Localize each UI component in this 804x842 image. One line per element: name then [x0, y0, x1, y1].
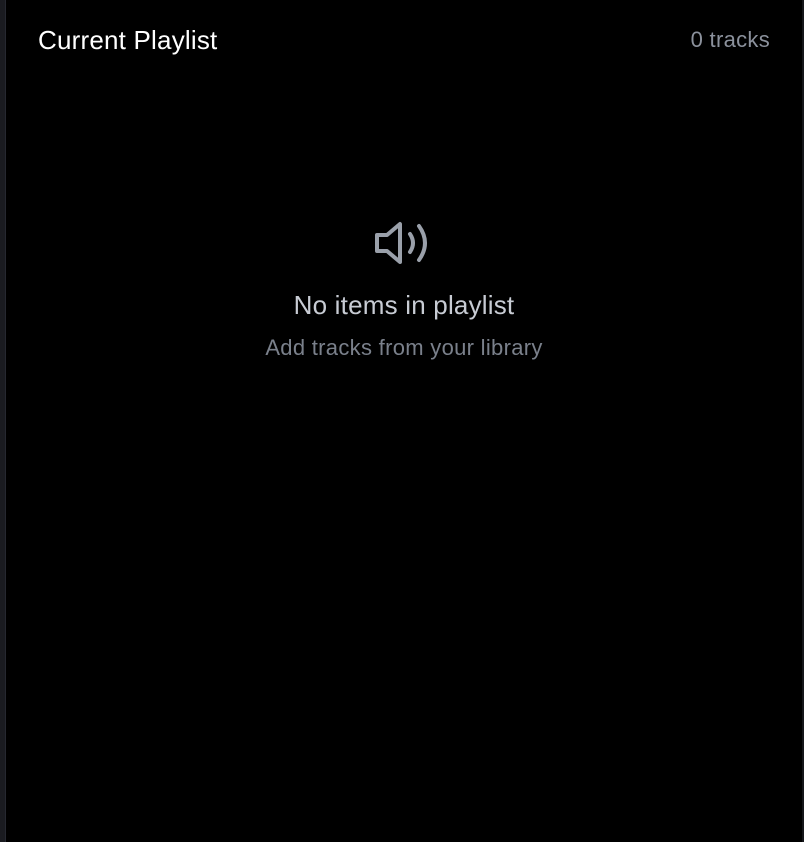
empty-playlist-state: No items in playlist Add tracks from you…: [6, 218, 802, 361]
playlist-header: Current Playlist 0 tracks: [38, 20, 770, 60]
empty-state-title: No items in playlist: [293, 290, 515, 320]
current-playlist-panel: Current Playlist 0 tracks No items in pl…: [0, 0, 804, 842]
speaker-icon: [375, 222, 427, 264]
playlist-title: Current Playlist: [38, 24, 218, 55]
panel-left-divider: [0, 0, 6, 842]
track-count: 0 tracks: [690, 27, 770, 52]
empty-state-subtitle: Add tracks from your library: [265, 335, 543, 360]
